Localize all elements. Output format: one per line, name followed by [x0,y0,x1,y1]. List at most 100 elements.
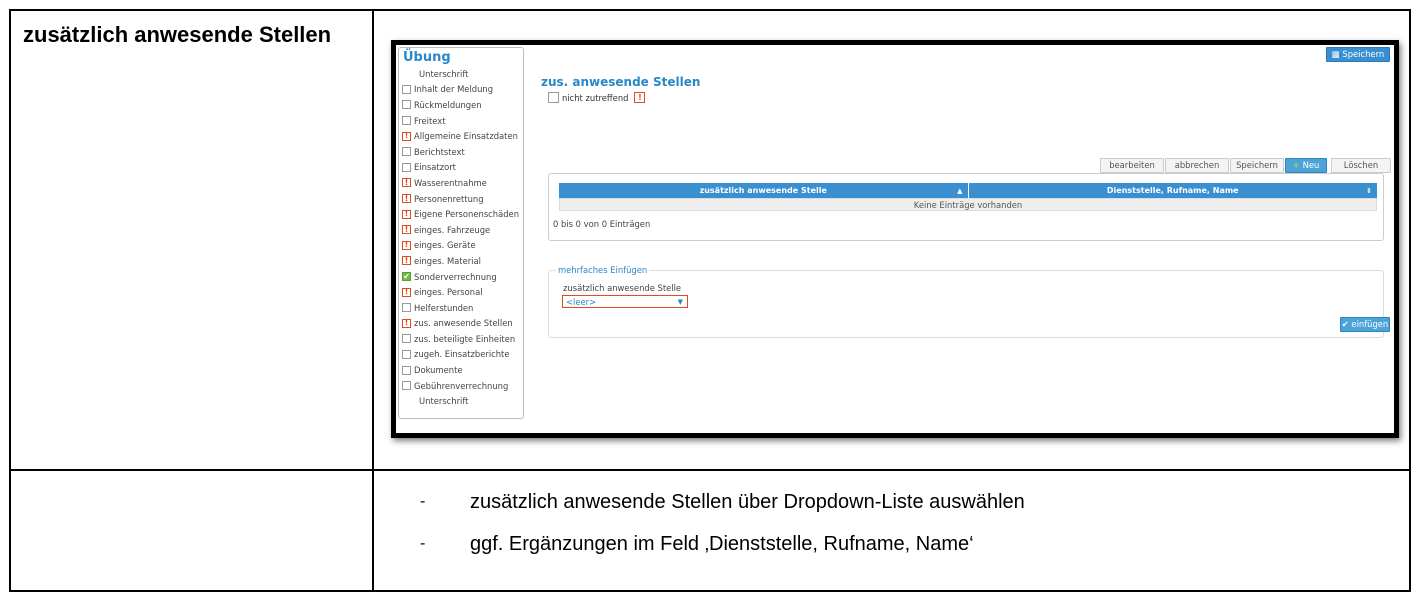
sidebar-item-label: Gebührenverrechnung [414,380,509,391]
sidebar-items: Unterschrift Inhalt der Meldung Rückmeldun… [399,66,523,409]
checkbox-icon [402,116,411,126]
field-label: zusätzlich anwesende Stelle [563,283,682,293]
sidebar-item-label: einges. Geräte [414,240,476,251]
sidebar-item[interactable]: Dokumente [399,362,523,378]
bullet-text: ggf. Ergänzungen im Feld ‚Dienststelle, … [470,532,974,555]
sidebar-item-label: Helferstunden [414,302,474,313]
sidebar-item[interactable]: ! einges. Fahrzeuge [399,222,523,238]
sidebar-item-label: Inhalt der Meldung [414,84,494,95]
warning-icon: ! [402,194,411,204]
empty-row: Keine Einträge vorhanden [559,198,1377,211]
column-header-label: Dienststelle, Rufname, Name [1106,186,1239,195]
section-heading: zusätzlich anwesende Stellen [23,22,332,47]
sidebar-item[interactable]: ! zus. anwesende Stellen [399,316,523,332]
checkbox-icon [402,84,411,94]
sidebar-item-label: Unterschrift [419,396,469,407]
sidebar-item-label: Dokumente [414,365,463,376]
checkbox-icon [402,147,411,157]
checkbox-icon [402,334,411,344]
bullet-dash: - [420,535,426,552]
grid-info: 0 bis 0 von 0 Einträgen [553,219,651,229]
warning-icon: ! [402,318,411,328]
checkbox-icon [402,162,411,172]
sort-icon: ▲ [957,186,963,195]
warning-icon: ! [402,131,411,141]
check-icon: ✔ [1341,319,1352,329]
sidebar-item[interactable]: ! Eigene Personenschäden [399,206,523,222]
sidebar-item[interactable]: Helferstunden [399,300,523,316]
station-select[interactable]: <leer> ▼ [562,295,688,308]
app-window: ▩ Speichern Übung Unterschrift Inhalt der… [396,45,1394,433]
entries-grid: zusätzlich anwesende Stelle ▲ Dienststel… [548,173,1384,241]
sidebar-item-label: einges. Personal [414,287,483,298]
sidebar-item-label: zus. anwesende Stellen [414,318,513,329]
not-applicable-row: nicht zutreffend ! [548,92,646,103]
row-divider [11,469,1409,471]
sidebar-item-label: Einsatzort [414,162,456,173]
sidebar-item[interactable]: Berichtstext [399,144,523,160]
sidebar-item[interactable]: ! Personenrettung [399,191,523,207]
plus-icon: + [1292,160,1303,170]
column-header[interactable]: Dienststelle, Rufname, Name ⇕ [969,183,1378,198]
sidebar-item[interactable]: ! Wasserentnahme [399,175,523,191]
bullet-list: - zusätzlich anwesende Stellen über Drop… [420,481,1025,565]
chevron-down-icon: ▼ [677,298,683,306]
sidebar-item[interactable]: ! einges. Material [399,253,523,269]
bullet-text: zusätzlich anwesende Stellen über Dropdo… [470,490,1025,513]
top-save-button[interactable]: ▩ Speichern [1326,47,1390,62]
delete-button[interactable]: Löschen [1331,158,1391,173]
sidebar-item[interactable]: Inhalt der Meldung [399,82,523,98]
sidebar-item-label: Rückmeldungen [414,99,482,110]
fieldset-legend: mehrfaches Einfügen [556,265,650,275]
sidebar-item-label: Allgemeine Einsatzdaten [414,131,518,142]
insert-button[interactable]: ✔ einfügen [1340,317,1390,332]
bullet-dash: - [420,493,426,510]
sidebar-item[interactable]: Freitext [399,113,523,129]
checkbox-icon [402,365,411,375]
sidebar-item[interactable]: Unterschrift [399,66,523,82]
grid-header: zusätzlich anwesende Stelle ▲ Dienststel… [559,183,1377,198]
checkbox-icon [402,381,411,391]
save-button[interactable]: Speichern [1230,158,1284,173]
warning-icon: ! [402,225,411,235]
insert-button-label: einfügen [1351,319,1389,329]
cancel-button[interactable]: abbrechen [1165,158,1229,173]
warning-icon: ! [634,92,646,103]
top-save-label: Speichern [1342,49,1385,59]
checkbox-icon [402,100,411,110]
new-button[interactable]: + Neu [1285,158,1327,173]
sidebar: Übung Unterschrift Inhalt der Meldung Rück… [398,47,524,419]
column-divider [372,11,374,590]
sidebar-item[interactable]: Unterschrift [399,393,523,409]
sidebar-item[interactable]: zus. beteiligte Einheiten [399,331,523,347]
checkbox-icon [402,303,411,313]
sort-icon: ⇕ [1366,186,1372,195]
warning-icon: ! [402,209,411,219]
sidebar-item[interactable]: ! einges. Geräte [399,238,523,254]
not-applicable-checkbox[interactable] [548,92,559,103]
bullet-item: - ggf. Ergänzungen im Feld ‚Dienststelle… [420,523,1025,565]
sidebar-item-label: Berichtstext [414,146,465,157]
sidebar-title: Übung [403,50,451,65]
warning-icon: ! [402,178,411,188]
sidebar-item-label: zus. beteiligte Einheiten [414,333,516,344]
multi-insert-fieldset: mehrfaches Einfügen zusätzlich anwesende… [548,265,1384,338]
sidebar-item-label: einges. Fahrzeuge [414,224,491,235]
edit-button[interactable]: bearbeiten [1100,158,1164,173]
bullet-item: - zusätzlich anwesende Stellen über Drop… [420,481,1025,523]
select-value: <leer> [566,297,597,307]
sidebar-item[interactable]: Rückmeldungen [399,97,523,113]
warning-icon: ! [402,240,411,250]
sidebar-item[interactable]: ! einges. Personal [399,284,523,300]
embedded-screenshot: ▩ Speichern Übung Unterschrift Inhalt der… [391,40,1399,438]
sidebar-item[interactable]: ! Allgemeine Einsatzdaten [399,128,523,144]
column-header[interactable]: zusätzlich anwesende Stelle ▲ [559,183,969,198]
section-title: zus. anwesende Stellen [541,75,701,89]
sidebar-item[interactable]: zugeh. Einsatzberichte [399,347,523,363]
sidebar-item[interactable]: Gebührenverrechnung [399,378,523,394]
sidebar-item[interactable]: ✔ Sonderverrechnung [399,269,523,285]
sidebar-item-label: Unterschrift [419,68,469,79]
sidebar-item-label: Freitext [414,115,446,126]
sidebar-item[interactable]: Einsatzort [399,160,523,176]
not-applicable-label: nicht zutreffend [562,92,629,103]
